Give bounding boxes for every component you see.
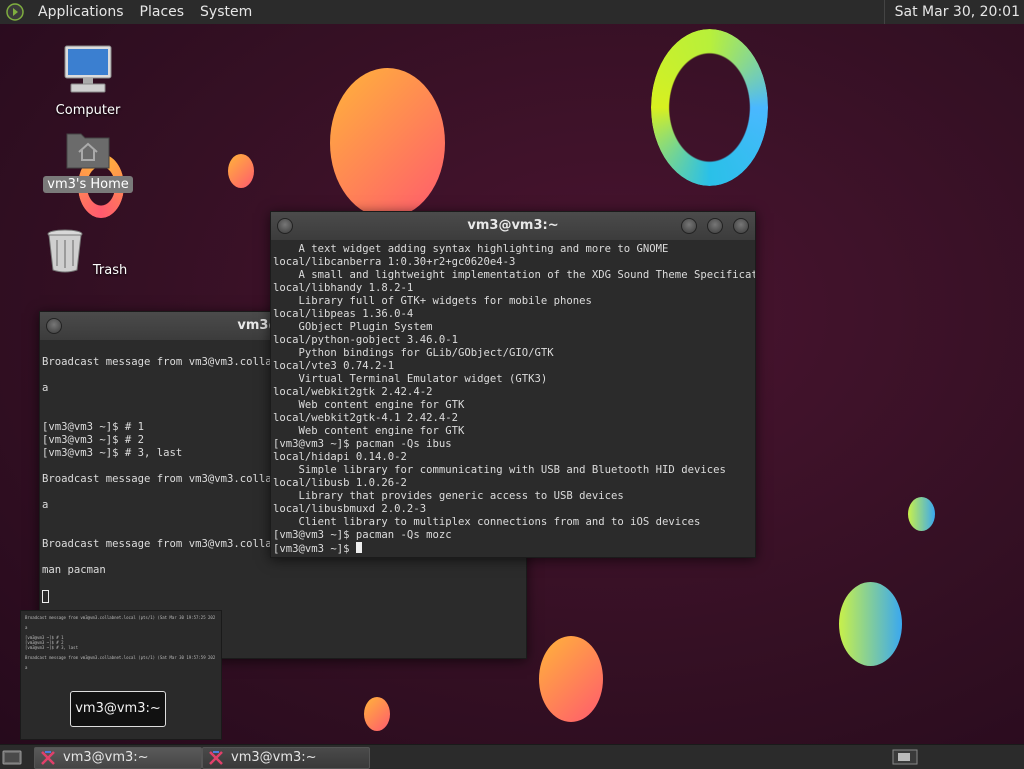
terminal-app-icon	[41, 751, 55, 765]
terminal-line: Simple library for communicating with US…	[273, 464, 726, 476]
terminal-line: Library that provides generic access to …	[273, 490, 624, 502]
terminal-line: Web content engine for GTK	[273, 425, 465, 437]
home-folder-icon	[66, 133, 110, 169]
preview-line: a	[25, 665, 28, 670]
taskbar-item-label: vm3@vm3:~	[231, 750, 317, 765]
terminal-line: local/libcanberra 1:0.30+r2+gc0620e4-3	[273, 256, 516, 268]
show-desktop-icon[interactable]	[2, 748, 22, 766]
terminal-prompt-line[interactable]: [vm3@vm3 ~]$	[273, 542, 753, 556]
wallpaper-blob	[364, 697, 390, 731]
terminal-line: local/webkit2gtk 2.42.4-2	[273, 386, 433, 398]
desktop-icon-computer[interactable]: Computer	[43, 44, 133, 119]
taskbar-item-terminal-2[interactable]: vm3@vm3:~	[202, 747, 370, 769]
taskbar-item-label: vm3@vm3:~	[63, 750, 149, 765]
taskbar-item-terminal-1[interactable]: vm3@vm3:~	[34, 747, 202, 769]
text-cursor	[42, 590, 49, 603]
terminal-app-icon	[209, 751, 223, 765]
text-cursor	[355, 542, 362, 553]
wallpaper-blob	[330, 68, 445, 218]
menu-system[interactable]: System	[192, 0, 260, 24]
terminal-line: local/libusbmuxd 2.0.2-3	[273, 503, 427, 515]
window-menu-icon[interactable]	[277, 218, 293, 234]
desktop-icon-label: vm3's Home	[43, 176, 133, 193]
wallpaper-blob	[839, 582, 902, 666]
terminal-line: local/python-gobject 3.46.0-1	[273, 334, 458, 346]
desktop-icon-label: Trash	[92, 263, 128, 278]
window-menu-icon[interactable]	[46, 318, 62, 334]
terminal-output[interactable]: A text widget adding syntax highlighting…	[271, 240, 756, 557]
terminal-line: local/hidapi 0.14.0-2	[273, 451, 407, 463]
menu-applications[interactable]: Applications	[30, 0, 132, 24]
terminal-line: Web content engine for GTK	[273, 399, 465, 411]
minimize-icon[interactable]	[681, 218, 697, 234]
terminal-line: local/libhandy 1.8.2-1	[273, 282, 414, 294]
terminal-line: local/libusb 1.0.26-2	[273, 477, 407, 489]
close-icon[interactable]	[733, 218, 749, 234]
terminal-line: man pacman	[42, 564, 106, 576]
trash-icon	[47, 229, 83, 273]
terminal-line: local/webkit2gtk-4.1 2.42.4-2	[273, 412, 458, 424]
distro-logo-icon[interactable]	[6, 3, 24, 21]
terminal-line: A small and lightweight implementation o…	[273, 269, 756, 281]
wallpaper-ring	[651, 29, 768, 186]
terminal-line: A text widget adding syntax highlighting…	[273, 243, 669, 255]
preview-line: Broadcast message from vm3@vm3.collabnet…	[25, 655, 216, 660]
wallpaper-blob	[539, 636, 603, 722]
clock[interactable]: Sat Mar 30, 20:01	[883, 0, 1020, 24]
wallpaper-blob	[228, 154, 254, 188]
terminal-line: local/vte3 0.74.2-1	[273, 360, 395, 372]
wallpaper-blob	[908, 497, 935, 531]
terminal-line: [vm3@vm3 ~]$ pacman -Qs ibus	[273, 438, 452, 450]
bottom-panel: vm3@vm3:~ vm3@vm3:~	[0, 744, 1024, 769]
terminal-titlebar[interactable]: vm3@vm3:~	[271, 212, 755, 240]
menu-places[interactable]: Places	[132, 0, 193, 24]
desktop-icon-home[interactable]: vm3's Home	[43, 128, 133, 193]
terminal-window-front[interactable]: vm3@vm3:~ A text widget adding syntax hi…	[270, 211, 756, 558]
terminal-line: [vm3@vm3 ~]$ pacman -Qs mozc	[273, 529, 452, 541]
terminal-line: Client library to multiplex connections …	[273, 516, 701, 528]
maximize-icon[interactable]	[707, 218, 723, 234]
terminal-line: GObject Plugin System	[273, 321, 433, 333]
computer-icon	[64, 45, 112, 93]
terminal-cursor-line	[42, 590, 524, 605]
workspace-switcher-icon[interactable]	[892, 749, 918, 765]
window-title: vm3@vm3:~	[467, 218, 559, 233]
terminal-line: Library full of GTK+ widgets for mobile …	[273, 295, 592, 307]
desktop-icon-label: Computer	[55, 103, 121, 118]
preview-content: Broadcast message from vm3@vm3.collabnet…	[21, 611, 221, 674]
terminal-line: Python bindings for GLib/GObject/GIO/GTK	[273, 347, 554, 359]
terminal-line: local/libpeas 1.36.0-4	[273, 308, 414, 320]
taskbar-tooltip: vm3@vm3:~	[70, 691, 166, 727]
preview-line: Broadcast message from vm3@vm3.collabnet…	[25, 615, 216, 620]
desktop-icon-trash[interactable]: Trash	[43, 228, 133, 279]
top-panel: Applications Places System Sat Mar 30, 2…	[0, 0, 1024, 25]
terminal-line: Virtual Terminal Emulator widget (GTK3)	[273, 373, 548, 385]
